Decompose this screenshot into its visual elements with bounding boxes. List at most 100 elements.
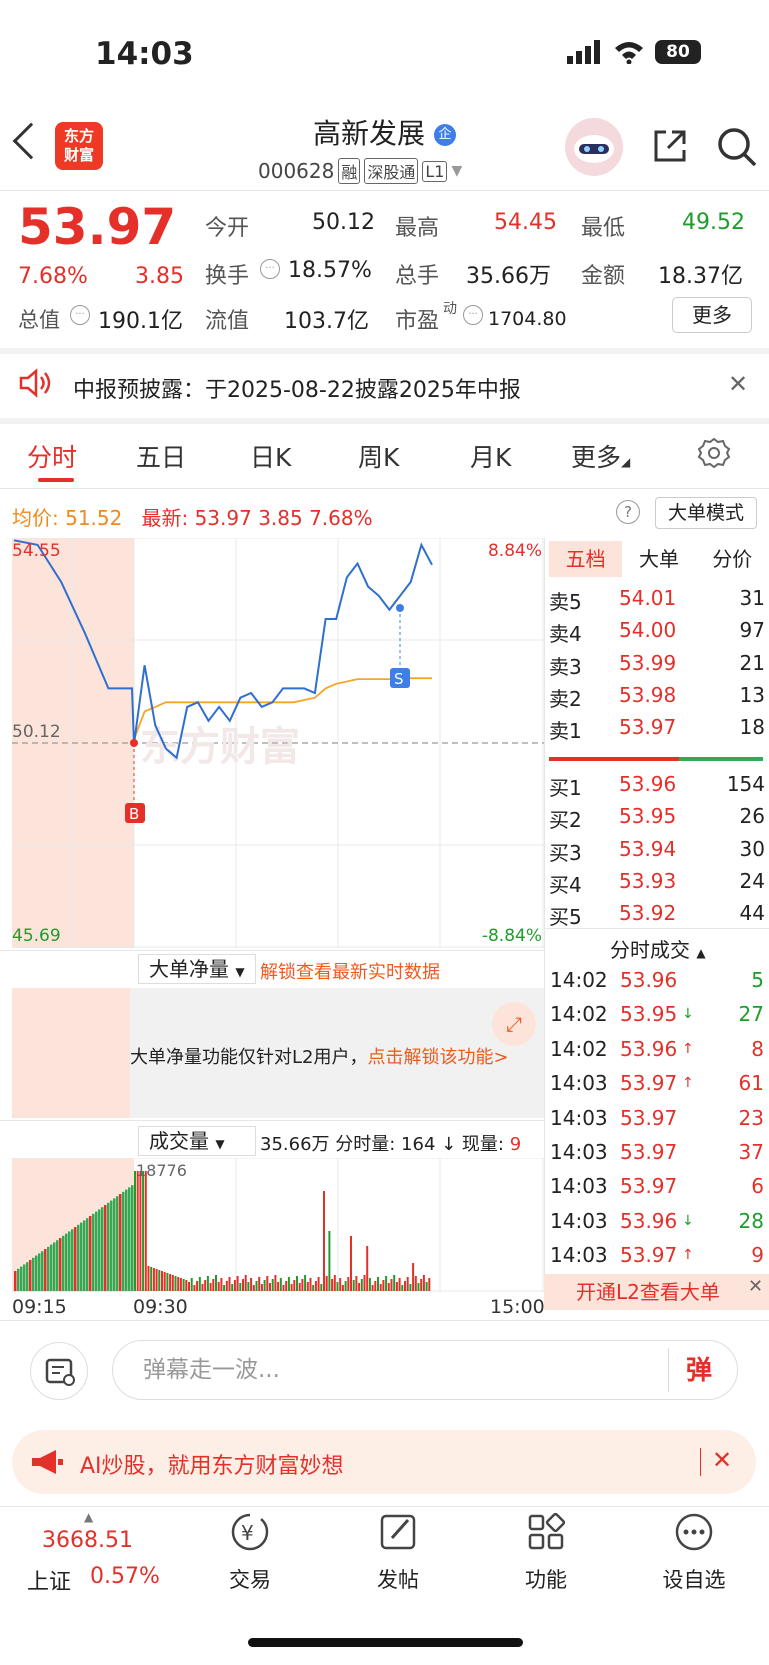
danmaku-input[interactable]: 弹幕走一波... bbox=[112, 1340, 738, 1400]
big-order-mode-button[interactable]: 大单模式 bbox=[655, 497, 757, 529]
tab-five-day[interactable]: 五日 bbox=[136, 438, 186, 474]
stock-name: 高新发展 bbox=[313, 117, 426, 150]
volume-bar bbox=[387, 1283, 390, 1291]
l2-upgrade-label: 开通L2查看大单 bbox=[576, 1280, 720, 1304]
trade-time: 14:03 bbox=[550, 1071, 608, 1096]
more-quote-button[interactable]: 更多 bbox=[672, 297, 752, 333]
notice-text[interactable]: 中报预披露：于2025-08-22披露2025年中报 bbox=[73, 372, 521, 404]
divider bbox=[0, 190, 769, 191]
volume-bar bbox=[417, 1283, 420, 1291]
bid-row[interactable]: 买3 53.94 30 bbox=[549, 837, 765, 869]
share-icon[interactable] bbox=[650, 126, 690, 166]
close-icon[interactable]: ✕ bbox=[712, 1446, 732, 1474]
bid-row[interactable]: 买2 53.95 26 bbox=[549, 804, 765, 836]
volume-dropdown[interactable]: 成交量 ▼ bbox=[138, 1126, 256, 1156]
volume-bar bbox=[312, 1285, 315, 1291]
close-icon[interactable]: ✕ bbox=[748, 1276, 763, 1297]
ask-price: 54.01 bbox=[619, 586, 677, 610]
divider bbox=[668, 1348, 669, 1392]
ask-label: 卖4 bbox=[549, 622, 582, 647]
volume-bar bbox=[285, 1281, 288, 1291]
tab-big-orders[interactable]: 大单 bbox=[622, 541, 695, 577]
trade-price: 53.97 bbox=[620, 1243, 678, 1268]
search-icon[interactable] bbox=[716, 126, 758, 168]
settings-gear-icon[interactable] bbox=[697, 436, 731, 470]
bid-label: 买4 bbox=[549, 872, 582, 897]
stock-subtitle[interactable]: 000628 融 深股通 L1 ▼ bbox=[258, 158, 462, 184]
volume-bar bbox=[250, 1278, 253, 1291]
nav-add-watchlist-label: 设自选 bbox=[662, 1568, 726, 1592]
trade-price: 53.96 bbox=[620, 968, 678, 992]
ask-row[interactable]: 卖5 54.01 31 bbox=[549, 586, 765, 618]
status-time: 14:03 bbox=[95, 36, 194, 72]
arrow-up-icon: ↑ bbox=[682, 1040, 694, 1057]
volume-bar bbox=[306, 1282, 309, 1291]
grid-icon bbox=[528, 1512, 566, 1550]
help-icon[interactable]: ? bbox=[616, 500, 640, 524]
preopen-volume-bar bbox=[98, 1209, 101, 1291]
tab-five-levels[interactable]: 五档 bbox=[549, 541, 623, 577]
volume-bar bbox=[212, 1279, 215, 1291]
ai-banner-text[interactable]: AI炒股，就用东方财富妙想 bbox=[80, 1448, 344, 1480]
tab-price-dist[interactable]: 分价 bbox=[696, 541, 769, 577]
info-dots-icon[interactable]: ··· bbox=[260, 259, 280, 279]
close-icon[interactable]: ✕ bbox=[728, 370, 748, 398]
volume-bar bbox=[134, 1171, 136, 1291]
danmaku-settings-icon[interactable] bbox=[30, 1342, 88, 1400]
signal-icon bbox=[567, 40, 600, 64]
volume-bar bbox=[314, 1281, 317, 1291]
tab-weekly-k[interactable]: 周K bbox=[358, 438, 399, 474]
volume-bar bbox=[331, 1279, 334, 1291]
tab-daily-k[interactable]: 日K bbox=[250, 438, 291, 474]
assistant-avatar[interactable] bbox=[565, 118, 623, 176]
nav-add-watchlist[interactable]: 设自选 bbox=[624, 1510, 764, 1594]
l2-unlock-link[interactable]: 点击解锁该功能> bbox=[367, 1047, 508, 1068]
intraday-chart[interactable]: 东方财富 B S 54.55 50.12 45.69 8.84% -8.84% bbox=[12, 538, 544, 948]
volume-bar bbox=[382, 1280, 385, 1291]
volume-bar bbox=[422, 1275, 425, 1291]
float-cap-value: 103.7亿 bbox=[284, 309, 369, 334]
trades-title-label: 分时成交 bbox=[610, 938, 690, 962]
pe-sup: 动 bbox=[443, 301, 457, 317]
ask-row[interactable]: 卖2 53.98 13 bbox=[549, 683, 765, 715]
index-name[interactable]: 上证 bbox=[27, 1564, 71, 1596]
ask-strength-bar bbox=[549, 757, 679, 761]
nav-trade[interactable]: ¥ 交易 bbox=[180, 1510, 320, 1594]
tab-intraday[interactable]: 分时 bbox=[27, 438, 77, 474]
preopen-volume-bar bbox=[23, 1264, 26, 1291]
volume-bar bbox=[252, 1285, 255, 1291]
bid-row[interactable]: 买4 53.93 24 bbox=[549, 869, 765, 901]
tab-monthly-k[interactable]: 月K bbox=[470, 438, 511, 474]
volume-bar bbox=[352, 1280, 355, 1291]
volume-bar bbox=[325, 1276, 328, 1291]
ask-row[interactable]: 卖3 53.99 21 bbox=[549, 651, 765, 683]
index-pct[interactable]: 0.57% bbox=[90, 1564, 160, 1589]
tab-more-label: 更多 bbox=[571, 443, 622, 472]
danmaku-send-button[interactable]: 弹 bbox=[686, 1350, 712, 1387]
net-volume-dropdown[interactable]: 大单净量 ▼ bbox=[138, 954, 256, 984]
bid-price: 53.95 bbox=[619, 804, 677, 829]
volume-bar bbox=[217, 1282, 220, 1291]
nav-post[interactable]: 发帖 bbox=[328, 1510, 468, 1594]
volume-bar bbox=[377, 1277, 379, 1291]
volume-bar bbox=[255, 1281, 258, 1291]
info-dots-icon[interactable]: ··· bbox=[70, 305, 90, 325]
bid-price: 53.94 bbox=[619, 836, 677, 861]
volume-chart[interactable]: 18776 bbox=[12, 1158, 544, 1292]
unlock-link[interactable]: 解锁查看最新实时数据 bbox=[260, 958, 440, 984]
trades-title[interactable]: 分时成交 ▲ bbox=[610, 934, 706, 963]
info-dots-icon[interactable]: ··· bbox=[463, 305, 483, 325]
nav-functions[interactable]: 功能 bbox=[476, 1510, 616, 1594]
l2-upgrade-bar[interactable]: 开通L2查看大单 bbox=[544, 1274, 769, 1310]
caret-up-icon: ▲ bbox=[696, 946, 706, 960]
y-pct-high-label: 8.84% bbox=[488, 541, 542, 561]
bid-row[interactable]: 买1 53.96 154 bbox=[549, 772, 765, 804]
trade-time: 14:02 bbox=[550, 1002, 608, 1027]
index-value[interactable]: 3668.51 bbox=[42, 1528, 133, 1553]
volume-bar bbox=[269, 1283, 271, 1291]
expand-icon[interactable]: ⤢ bbox=[492, 1002, 536, 1046]
ask-row[interactable]: 卖1 53.97 18 bbox=[549, 715, 765, 747]
bid-volume: 30 bbox=[739, 836, 765, 861]
ask-row[interactable]: 卖4 54.00 97 bbox=[549, 618, 765, 650]
tab-more[interactable]: 更多◢ bbox=[571, 438, 630, 474]
